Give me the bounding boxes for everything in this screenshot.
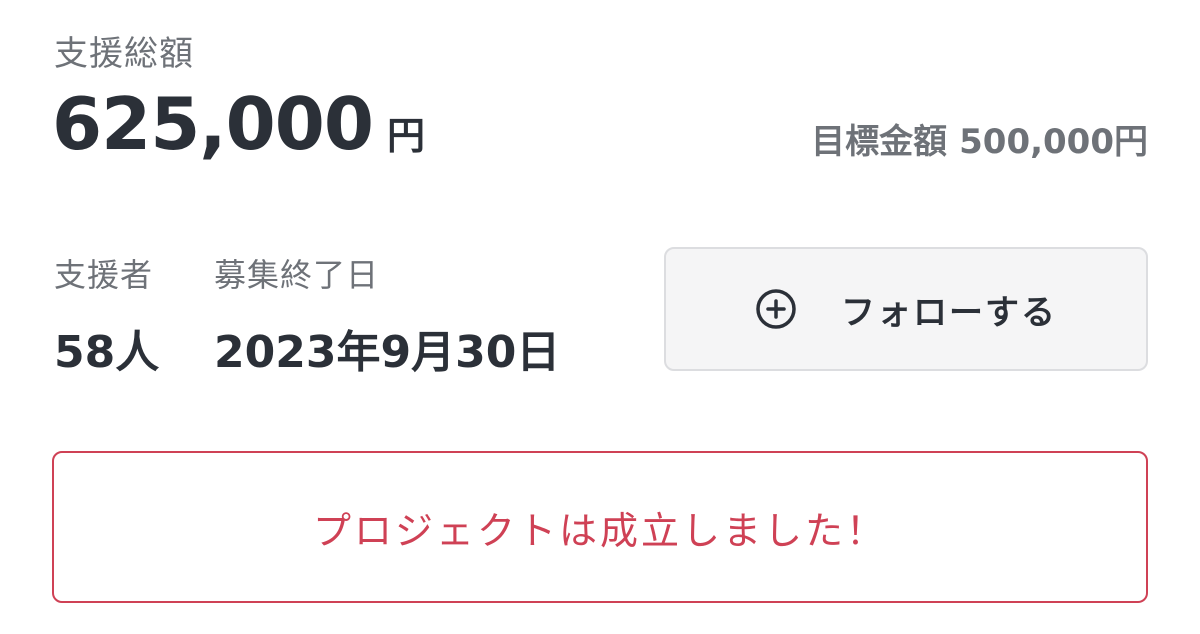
- total-funding-unit: 円: [386, 114, 425, 158]
- deadline-stat: 募集終了日 2023年9月30日: [214, 250, 560, 380]
- goal-amount: 目標金額 500,000円: [811, 114, 1148, 163]
- total-funding-amount: 625,000: [52, 82, 374, 166]
- goal-amount-value: 500,000円: [959, 122, 1148, 162]
- backers-stat: 支援者 58人: [54, 250, 159, 380]
- project-success-banner: プロジェクトは成立しました！: [52, 451, 1148, 603]
- deadline-label: 募集終了日: [214, 256, 380, 294]
- backers-value: 58人: [54, 327, 160, 378]
- total-funding: 625,000 円: [52, 82, 425, 166]
- follow-button[interactable]: フォローする: [664, 247, 1148, 371]
- backers-label: 支援者: [54, 256, 154, 294]
- project-success-message: プロジェクトは成立しました！: [312, 508, 887, 553]
- goal-amount-label: 目標金額: [811, 122, 948, 162]
- plus-circle-icon: [755, 288, 797, 330]
- deadline-value: 2023年9月30日: [214, 327, 561, 378]
- total-funding-label: 支援総額: [54, 34, 194, 74]
- follow-button-label: フォローする: [841, 292, 1057, 333]
